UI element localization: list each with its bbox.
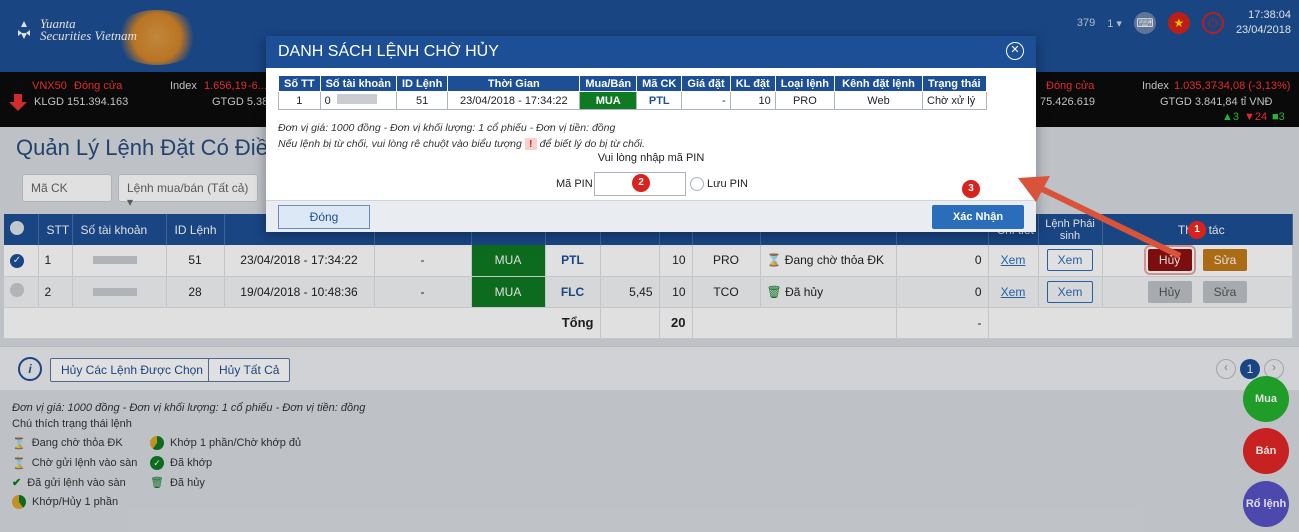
- modal-row-qty: 10: [729, 91, 776, 110]
- modal-row-type: PRO: [774, 91, 836, 110]
- pin-prompt: Vui lòng nhập mã PIN: [597, 152, 705, 164]
- modal-reject-note-a: Nếu lệnh bị từ chối, vui lòng rê chuột v…: [278, 138, 522, 150]
- modal-col: Số tài khoản: [319, 75, 397, 92]
- modal-col: ID Lệnh: [395, 75, 449, 92]
- modal-unit-note: Đơn vị giá: 1000 đồng - Đơn vị khối lượn…: [278, 122, 616, 134]
- warning-icon: !: [524, 138, 537, 150]
- modal-row-side: MUA: [579, 91, 638, 110]
- modal-row-channel: Web: [834, 91, 923, 110]
- callout-badge-2: 2: [632, 174, 650, 192]
- modal-col: Mua/Bán: [579, 75, 638, 92]
- modal-orders-table: Số TT Số tài khoản ID Lệnh Thời Gian Mua…: [278, 75, 987, 110]
- modal-title: DANH SÁCH LỆNH CHỜ HỦY: [278, 43, 499, 60]
- modal-col: Kênh đặt lệnh: [834, 75, 923, 92]
- modal-col: Giá đặt: [681, 75, 731, 92]
- modal-row-id: 51: [395, 91, 449, 110]
- save-pin-checkbox[interactable]: [690, 177, 704, 191]
- modal-reject-note-b: để biết lý do bị từ chối.: [539, 138, 645, 150]
- modal-col: Số TT: [278, 75, 321, 92]
- modal-row-status: Chờ xử lý: [922, 91, 987, 110]
- cancel-order-modal: DANH SÁCH LỆNH CHỜ HỦY ✕ Số TT Số tài kh…: [266, 36, 1036, 232]
- table-row: 1 0 51 23/04/2018 - 17:34:22 MUA PTL - 1…: [278, 91, 987, 110]
- close-button[interactable]: Đóng: [278, 205, 370, 229]
- modal-row-symbol: PTL: [636, 91, 683, 110]
- modal-col: Thời Gian: [447, 75, 581, 92]
- modal-row-time: 23/04/2018 - 17:34:22: [447, 91, 581, 110]
- save-pin-label: Lưu PIN: [707, 178, 748, 190]
- modal-row-account: 0: [319, 91, 397, 110]
- modal-col: Loại lệnh: [774, 75, 836, 92]
- modal-col: Mã CK: [636, 75, 683, 92]
- close-icon[interactable]: ✕: [1006, 42, 1024, 60]
- callout-arrow-icon: [1018, 176, 1182, 259]
- callout-badge-3: 3: [962, 180, 980, 198]
- callout-badge-1: 1: [1188, 221, 1206, 239]
- modal-col: Trạng thái: [922, 75, 987, 92]
- modal-col: KL đặt: [729, 75, 776, 92]
- modal-row-stt: 1: [278, 91, 321, 110]
- modal-row-price: -: [681, 91, 731, 110]
- pin-label: Mã PIN: [556, 178, 593, 190]
